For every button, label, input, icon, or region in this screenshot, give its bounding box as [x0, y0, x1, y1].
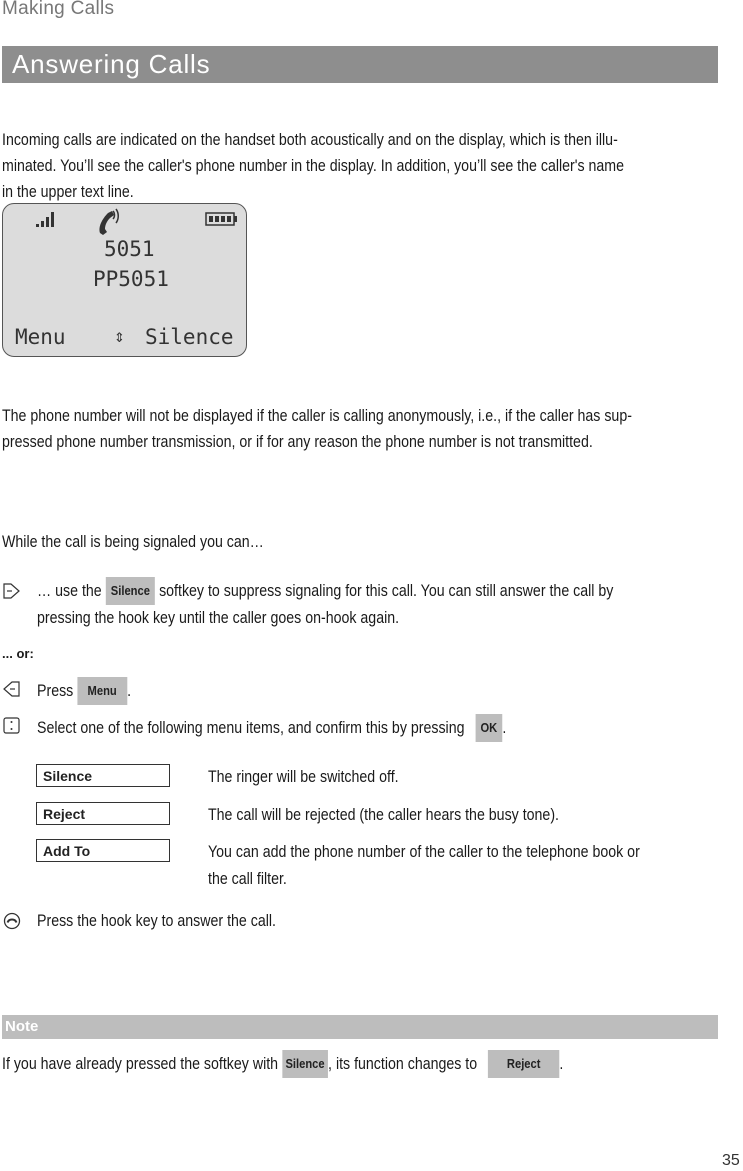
anon-line-2: pressed phone number transmission, or if… — [2, 433, 593, 451]
step3-prefix: Select one of the following menu items, … — [37, 719, 465, 737]
anon-line-1: The phone number will not be displayed i… — [2, 407, 632, 425]
display-right-softkey: Silence — [145, 325, 234, 349]
anonymous-paragraph: The phone number will not be displayed i… — [2, 403, 735, 455]
step1-line-2: pressing the hook key until the caller g… — [37, 609, 400, 627]
intro-line-1: Incoming calls are indicated on the hand… — [2, 131, 618, 149]
intro-line-3: in the upper text line. — [2, 183, 134, 201]
option-reject-desc: The call will be rejected (the caller he… — [208, 806, 559, 824]
step2-suffix: . — [127, 682, 132, 700]
while-signaled-text: While the call is being signaled you can… — [2, 529, 307, 555]
page-number: 35 — [722, 1152, 740, 1169]
navigation-key-icon — [3, 717, 20, 734]
signal-strength-icon — [36, 212, 54, 227]
running-head: Making Calls — [2, 0, 115, 19]
step2-prefix: Press — [37, 682, 74, 700]
option-silence[interactable]: Silence — [36, 764, 170, 787]
step-select-item: Select one of the following menu items, … — [37, 714, 583, 742]
step-answer: Press the hook key to answer the call. — [37, 908, 315, 934]
right-softkey-icon — [3, 583, 20, 599]
battery-icon — [205, 212, 237, 226]
note-paragraph: If you have already pressed the softkey … — [2, 1050, 655, 1078]
option-add-to[interactable]: Add To — [36, 839, 170, 862]
note-header-bar — [2, 1015, 718, 1039]
note-reject-key[interactable]: Reject — [487, 1050, 560, 1078]
hook-key-icon — [3, 912, 21, 930]
step1-prefix: … use the — [37, 582, 102, 600]
step-silence: … use the Silence softkey to suppress si… — [37, 577, 707, 631]
or-label: ... or: — [2, 646, 34, 661]
note-title: Note — [5, 1018, 39, 1035]
section-title: Answering Calls — [12, 49, 211, 79]
intro-line-2: minated. You’ll see the caller's phone n… — [2, 157, 625, 175]
display-number: 5051 — [104, 237, 155, 261]
step-press-menu: Press Menu. — [37, 677, 146, 705]
while-signaled-label: While the call is being signaled you can… — [2, 533, 264, 551]
note-middle: , its function changes to — [328, 1055, 478, 1073]
step1-suffix: softkey to suppress signaling for this c… — [159, 582, 614, 600]
display-nav-symbol: ⇕ — [114, 326, 125, 347]
display-left-softkey: Menu — [15, 325, 66, 349]
left-softkey-icon — [3, 681, 20, 697]
step3-suffix: . — [502, 719, 507, 737]
option-silence-desc: The ringer will be switched off. — [208, 768, 399, 786]
ok-key[interactable]: OK — [475, 714, 503, 742]
note-suffix: . — [559, 1055, 564, 1073]
ringing-handset-icon — [99, 208, 119, 235]
note-prefix: If you have already pressed the softkey … — [2, 1055, 279, 1073]
handset-display: 5051 PP5051 Menu ⇕ Silence — [2, 203, 247, 357]
step4-text: Press the hook key to answer the call. — [37, 912, 276, 930]
note-silence-key[interactable]: Silence — [282, 1050, 329, 1078]
intro-paragraph: Incoming calls are indicated on the hand… — [2, 127, 725, 205]
menu-softkey[interactable]: Menu — [77, 677, 128, 705]
option-reject[interactable]: Reject — [36, 802, 170, 825]
option-add-to-desc: You can add the phone number of the call… — [208, 843, 640, 888]
display-caller-name: PP5051 — [93, 267, 169, 291]
silence-softkey[interactable]: Silence — [105, 577, 156, 605]
